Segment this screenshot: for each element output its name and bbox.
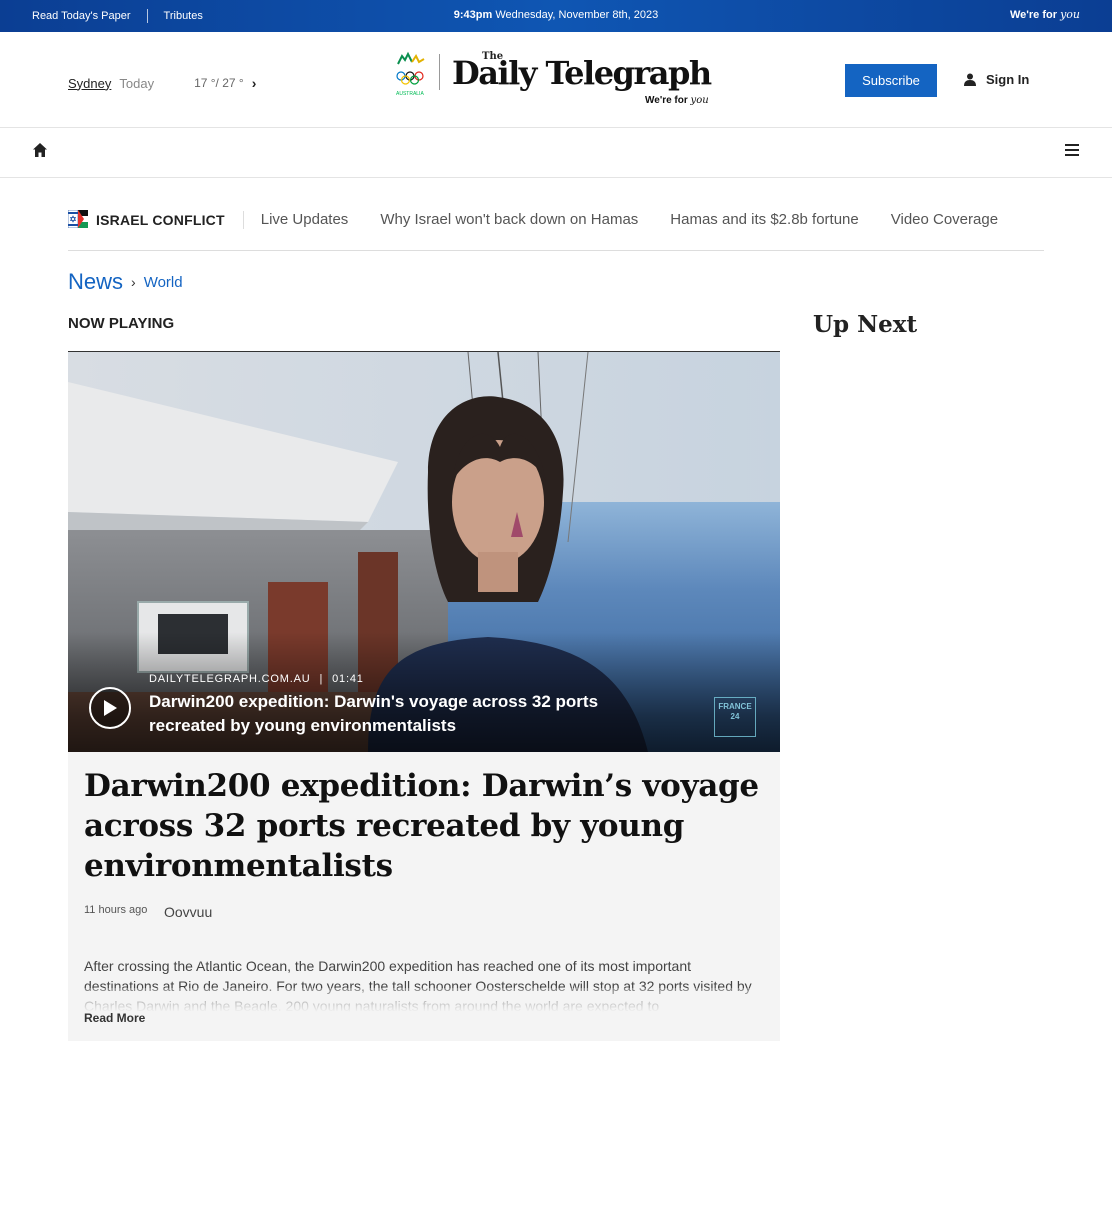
article-timestamp: 11 hours ago xyxy=(84,904,148,916)
weather-temps: 17 °/ 27 ° xyxy=(194,76,244,90)
play-icon xyxy=(104,700,117,716)
top-bar: Read Today's Paper Tributes 9:43pm Wedne… xyxy=(0,0,1112,32)
weather-widget[interactable]: Sydney Today 17 °/ 27 ° › xyxy=(68,75,256,91)
topic-link-video-coverage[interactable]: Video Coverage xyxy=(891,211,998,228)
olympic-label: AUSTRALIA xyxy=(396,91,424,97)
watermark-line: FRANCE xyxy=(718,702,752,711)
summary-fade xyxy=(84,988,768,1012)
topic-link-israel-hamas[interactable]: Why Israel won't back down on Hamas xyxy=(380,211,638,228)
site-logo[interactable]: AUSTRALIA The Daily Telegraph We're for … xyxy=(392,48,722,112)
breadcrumb: News › World xyxy=(68,269,183,295)
article-source: Oovvuu xyxy=(164,904,213,920)
breadcrumb-world[interactable]: World xyxy=(144,274,183,291)
logo-divider xyxy=(439,54,440,90)
logo-tagline-prefix: We're for xyxy=(645,95,688,106)
sign-in-label: Sign In xyxy=(986,72,1030,87)
video-player[interactable]: DAILYTELEGRAPH.COM.AU | 01:41 Darwin200 ex… xyxy=(68,352,780,752)
weather-city[interactable]: Sydney xyxy=(68,76,111,91)
nav-bar xyxy=(0,128,1112,178)
france24-watermark: FRANCE 24 xyxy=(714,697,756,737)
date-time: 9:43pm Wednesday, November 8th, 2023 xyxy=(0,9,1112,21)
read-more-button[interactable]: Read More xyxy=(84,1011,145,1025)
video-meta: DAILYTELEGRAPH.COM.AU | 01:41 xyxy=(149,673,364,685)
article-card: Darwin200 expedition: Darwin’s voyage ac… xyxy=(68,752,780,1041)
hamburger-menu-icon[interactable] xyxy=(1064,143,1080,157)
topic-link-live-updates[interactable]: Live Updates xyxy=(261,211,349,228)
home-icon[interactable] xyxy=(32,142,48,158)
logo-tagline-script: you xyxy=(690,95,709,106)
logo-wordmark: Daily Telegraph xyxy=(452,54,712,92)
top-tagline: We're for you xyxy=(1010,8,1080,21)
video-source: DAILYTELEGRAPH.COM.AU xyxy=(149,673,311,685)
chevron-right-icon[interactable]: › xyxy=(252,75,257,91)
israel-palestine-flag-icon xyxy=(68,210,88,228)
watermark-line: 24 xyxy=(730,712,740,721)
article-headline: Darwin200 expedition: Darwin’s voyage ac… xyxy=(84,768,759,884)
sign-in-button[interactable]: Sign In xyxy=(964,72,1029,87)
olympic-team-logo-icon xyxy=(396,51,425,85)
topic-link-hamas-fortune[interactable]: Hamas and its $2.8b fortune xyxy=(670,211,858,228)
subscribe-button[interactable]: Subscribe xyxy=(845,64,937,97)
current-time: 9:43pm xyxy=(453,9,493,21)
weather-day: Today xyxy=(119,75,155,91)
video-title: Darwin200 expedition: Darwin's voyage ac… xyxy=(149,692,599,735)
topic-title[interactable]: ISRAEL CONFLICT xyxy=(96,212,225,228)
play-button[interactable] xyxy=(89,687,131,729)
masthead: Sydney Today 17 °/ 27 ° › AUSTRALIA The … xyxy=(0,32,1112,128)
logo-tagline: We're for you xyxy=(645,95,709,106)
divider: | xyxy=(319,673,324,685)
chevron-right-icon: › xyxy=(131,274,136,290)
video-duration: 01:41 xyxy=(332,673,364,685)
topic-strip: ISRAEL CONFLICT Live Updates Why Israel … xyxy=(68,207,1044,251)
now-playing-heading: NOW PLAYING xyxy=(68,315,175,332)
user-icon xyxy=(964,73,976,86)
divider xyxy=(242,211,244,229)
tagline-prefix: We're for xyxy=(1009,9,1058,21)
up-next-heading: Up Next xyxy=(813,311,918,338)
breadcrumb-news[interactable]: News xyxy=(68,269,123,295)
current-date: Wednesday, November 8th, 2023 xyxy=(495,9,659,21)
tagline-script: you xyxy=(1060,8,1080,21)
